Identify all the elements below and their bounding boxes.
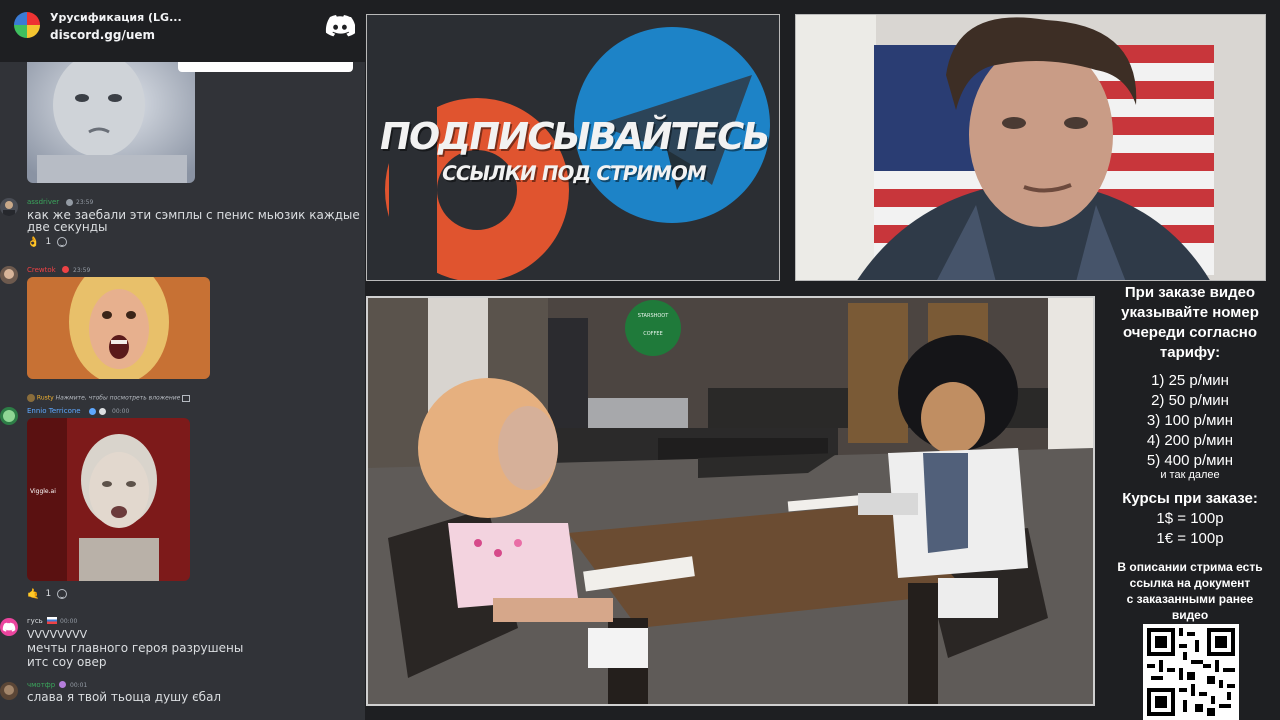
- call-me-emoji[interactable]: 🤙: [27, 589, 39, 600]
- tariff-more: и так далее: [1160, 469, 1220, 481]
- roblox-game-view: STARSHOOT COFFEE: [366, 296, 1095, 706]
- description-line: видео: [1171, 608, 1209, 622]
- tariff-item: 3) 100 р/мин: [1146, 412, 1234, 429]
- add-reaction-icon[interactable]: [57, 589, 68, 599]
- server-invite-link[interactable]: discord.gg/uem: [50, 28, 155, 42]
- order-header-line: тарифу:: [1159, 344, 1221, 361]
- tariff-item: 1) 25 р/мин: [1151, 372, 1229, 389]
- face-scream-image[interactable]: [27, 277, 210, 379]
- username[interactable]: чмотфр: [27, 681, 55, 689]
- avatar[interactable]: [0, 682, 18, 700]
- username[interactable]: Crewtok: [27, 266, 56, 274]
- reaction-bar: 🤙 1: [27, 587, 68, 601]
- reaction-count: 1: [45, 237, 52, 247]
- avatar[interactable]: [0, 266, 18, 284]
- rate-item: 1$ = 100р: [1156, 510, 1224, 527]
- popup-edge: [178, 62, 353, 72]
- viggle-watermark: Viggle.ai: [30, 488, 56, 495]
- role-badge-icon: [89, 408, 96, 415]
- reply-username: Rusty: [36, 394, 54, 402]
- message-line: VVVVVVVV: [27, 628, 88, 641]
- timestamp: 00:00: [60, 618, 78, 625]
- role-badge-icon: [62, 266, 69, 273]
- flag-badge-icon: [47, 617, 57, 624]
- promo-title: ПОДПИСЫВАЙТЕСЬ: [375, 115, 773, 158]
- message-line: мечты главного героя разрушены: [27, 641, 244, 655]
- reply-preview[interactable]: Rusty Нажмите, чтобы посмотреть вложение: [27, 394, 191, 404]
- order-info-panel: При заказе видео указывайте номер очеред…: [1100, 283, 1280, 623]
- baby-face-image: [27, 50, 195, 183]
- subscribe-promo-panel: ПОДПИСЫВАЙТЕСЬ ССЫЛКИ ПОД СТРИМОМ: [366, 14, 780, 281]
- message-line: две секунды: [27, 220, 108, 234]
- reply-text: Нажмите, чтобы посмотреть вложение: [55, 394, 181, 402]
- rates-header: Курсы при заказе:: [1122, 490, 1258, 507]
- rate-item: 1€ = 100р: [1156, 530, 1224, 547]
- cafe-sign-line1: STARSHOOT: [637, 313, 669, 319]
- role-badge-icon: [59, 681, 66, 688]
- reply-avatar: [27, 394, 35, 402]
- tariff-item: 5) 400 р/мин: [1146, 452, 1234, 469]
- reaction-count: 1: [45, 589, 52, 599]
- order-header-line: При заказе видео: [1124, 284, 1256, 301]
- username[interactable]: гусь: [27, 617, 43, 625]
- reaction-bar: 👌 1: [27, 235, 68, 249]
- timestamp: 23:59: [76, 199, 94, 206]
- message-line: итс соу овер: [27, 655, 107, 669]
- server-icon: [14, 12, 40, 38]
- game-scene: [368, 298, 1093, 704]
- baby-image-attachment[interactable]: [27, 50, 195, 183]
- description-line: В описании стрима есть: [1117, 560, 1263, 574]
- description-note: В описании стрима есть ссылка на докумен…: [1100, 559, 1280, 623]
- avatar[interactable]: [0, 618, 18, 636]
- qr-code-image: [1143, 624, 1239, 720]
- cafe-sign-line2: COFFEE: [643, 331, 663, 337]
- image-icon: [182, 394, 191, 402]
- timestamp: 00:00: [112, 408, 130, 415]
- cafe-sign-text: STARSHOOT COFFEE: [628, 312, 678, 338]
- discord-icon: [325, 15, 355, 37]
- order-header-line: указывайте номер: [1121, 304, 1259, 321]
- tariff-item: 4) 200 р/мин: [1146, 432, 1234, 449]
- ok-hand-emoji[interactable]: 👌: [27, 237, 39, 248]
- timestamp: 00:01: [70, 682, 88, 689]
- timestamp: 23:59: [73, 267, 91, 274]
- server-name: Урусификация (LG...: [50, 11, 182, 24]
- message-line: слава я твой тьоща душу єбал: [27, 690, 222, 704]
- viggle-video-attachment[interactable]: Viggle.ai: [27, 418, 190, 581]
- username[interactable]: Ennio Terricone: [27, 407, 81, 415]
- avatar[interactable]: [0, 407, 18, 425]
- description-line: ссылка на документ: [1129, 576, 1251, 590]
- avatar[interactable]: [0, 198, 18, 216]
- webcam-image: [796, 15, 1265, 280]
- webcam-feed: [795, 14, 1266, 281]
- role-badge-icon: [66, 199, 73, 206]
- description-line: с заказанными ранее: [1126, 592, 1254, 606]
- role-badge-icon: [99, 408, 106, 415]
- qr-code[interactable]: [1143, 624, 1239, 720]
- server-invite-card[interactable]: Урусификация (LG... discord.gg/uem: [0, 0, 365, 62]
- tariff-item: 2) 50 р/мин: [1151, 392, 1229, 409]
- order-header-line: очереди согласно: [1122, 324, 1258, 341]
- chat-panel: Урусификация (LG... discord.gg/uem assdr…: [0, 0, 365, 720]
- username[interactable]: assdriver: [27, 198, 59, 206]
- promo-subtitle: ССЫЛКИ ПОД СТРИМОМ: [439, 161, 708, 185]
- add-reaction-icon[interactable]: [57, 237, 68, 247]
